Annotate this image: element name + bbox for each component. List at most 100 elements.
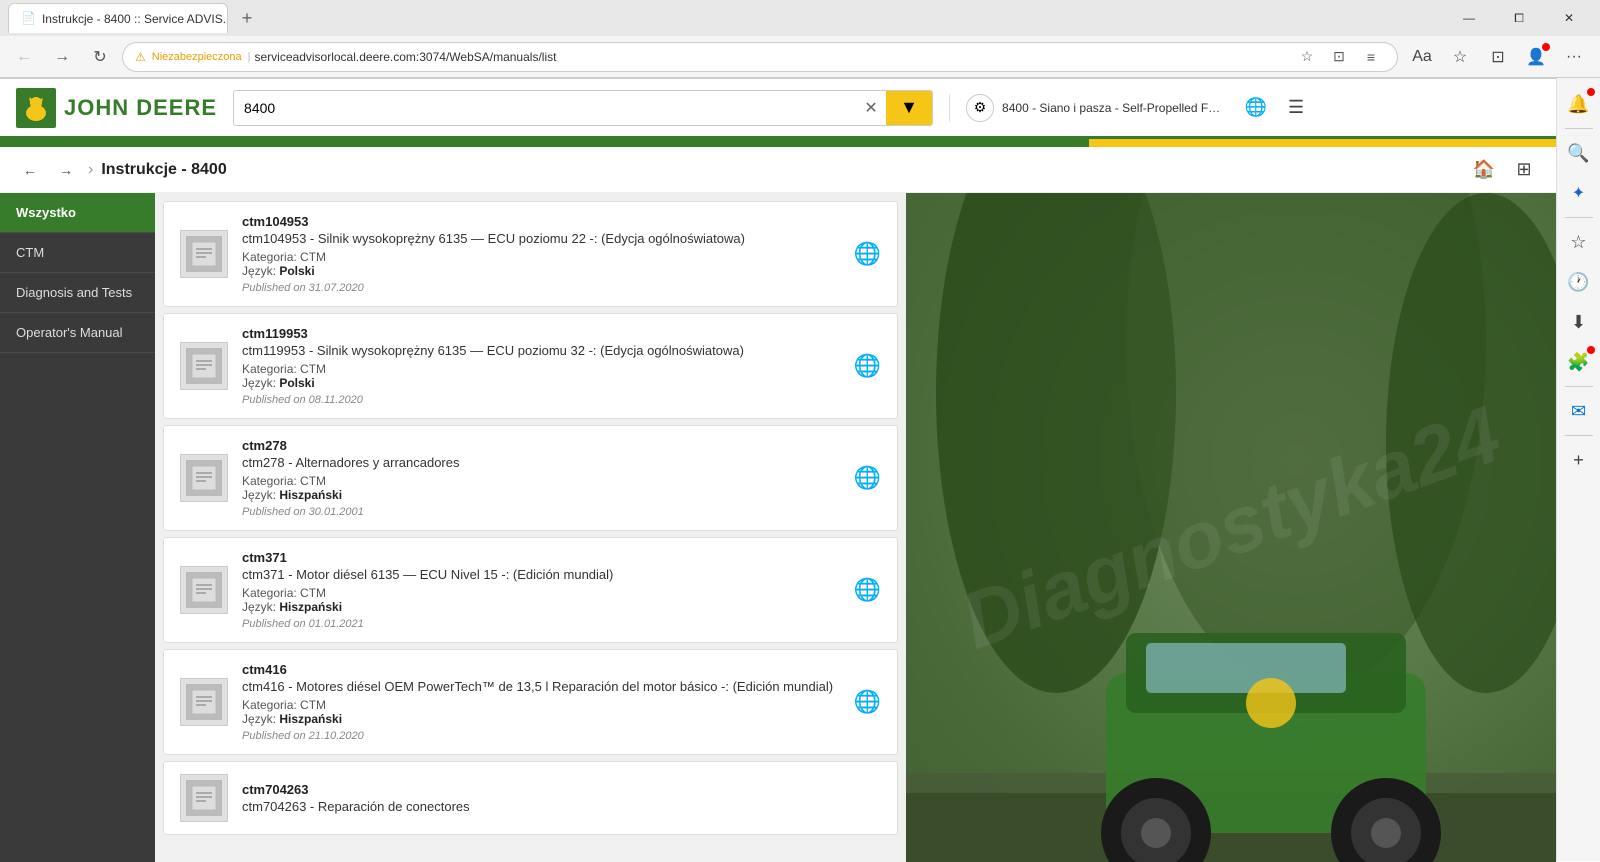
search-dropdown-button[interactable]: ▼ <box>886 90 932 126</box>
manual-lang-2: Język: Polski <box>242 376 840 390</box>
thumb-inner-1 <box>186 236 222 272</box>
thumb-inner-6 <box>186 780 222 816</box>
collections-btn[interactable]: ⊡ <box>1480 39 1516 75</box>
new-tab-button[interactable]: + <box>232 3 262 33</box>
manual-card-ctm278[interactable]: ctm278 ctm278 - Alternadores y arrancado… <box>163 425 898 531</box>
thumb-inner-5 <box>186 684 222 720</box>
menu-icon[interactable]: ☰ <box>1278 90 1314 126</box>
brand-name: JOHN DEERE <box>64 95 217 121</box>
panel-divider-4 <box>1565 435 1593 436</box>
manual-card-ctm104953[interactable]: ctm104953 ctm104953 - Silnik wysokoprężn… <box>163 201 898 307</box>
machine-selector[interactable]: ⚙ 8400 - Siano i pasza - Self-Propelled … <box>949 94 1222 122</box>
manual-info-1: ctm104953 ctm104953 - Silnik wysokoprężn… <box>242 214 840 294</box>
manual-date-5: Published on 21.10.2020 <box>242 730 840 742</box>
browser-chrome: 📄 Instrukcje - 8400 :: Service ADVIS... … <box>0 0 1600 79</box>
manual-card-ctm704263[interactable]: ctm704263 ctm704263 - Reparación de cone… <box>163 761 898 835</box>
manual-date-1: Published on 31.07.2020 <box>242 282 840 294</box>
grid-view-icon[interactable]: ⊞ <box>1508 154 1540 186</box>
main-content: Wszystko CTM Diagnosis and Tests Operato… <box>0 193 1556 862</box>
manual-id-3: ctm278 <box>242 438 840 453</box>
manual-category-2: Kategoria: CTM <box>242 362 840 376</box>
security-warning-icon: ⚠ <box>135 50 146 64</box>
history-icon[interactable]: 🕐 <box>1561 264 1597 300</box>
globe-icon-3[interactable]: 🌐 <box>854 465 881 491</box>
bg-vehicle-svg <box>906 193 1556 862</box>
security-warning-text: Niezabezpieczona <box>152 51 242 63</box>
favorites-sidebar-icon[interactable]: ☆ <box>1561 224 1597 260</box>
manual-thumbnail-3 <box>180 454 228 502</box>
reader-icon[interactable]: ≡ <box>1357 43 1385 71</box>
favorites-icon[interactable]: ☆ <box>1442 39 1478 75</box>
manual-thumbnail-6 <box>180 774 228 822</box>
thumb-inner-2 <box>186 348 222 384</box>
sidebar-item-operators-manual[interactable]: Operator's Manual <box>0 313 155 353</box>
profiles-icon[interactable]: 👤 <box>1518 39 1554 75</box>
panel-divider-2 <box>1565 217 1593 218</box>
search-input[interactable] <box>234 91 856 125</box>
manual-title-5: ctm416 - Motores diésel OEM PowerTech™ d… <box>242 679 840 694</box>
panel-divider-1 <box>1565 128 1593 129</box>
sidebar: Wszystko CTM Diagnosis and Tests Operato… <box>0 193 155 862</box>
manual-category-3: Kategoria: CTM <box>242 474 840 488</box>
address-bar: ← → ↻ ⚠ Niezabezpieczona | serviceadviso… <box>0 36 1600 78</box>
thumb-inner-4 <box>186 572 222 608</box>
manual-id-4: ctm371 <box>242 550 840 565</box>
globe-icon-5[interactable]: 🌐 <box>854 689 881 715</box>
browser-right-panel: 🔔 🔍 ✦ ☆ 🕐 ⬇ 🧩 ✉ + <box>1556 78 1600 861</box>
manual-lang-4: Język: Hiszpański <box>242 600 840 614</box>
sidebar-item-operators-manual-label: Operator's Manual <box>16 325 123 340</box>
manual-lang-3: Język: Hiszpański <box>242 488 840 502</box>
manual-category-5: Kategoria: CTM <box>242 698 840 712</box>
machine-icon: ⚙ <box>966 94 994 122</box>
maximize-button[interactable]: ⧠ <box>1496 0 1542 36</box>
network-icon[interactable]: 🌐 <box>1238 90 1274 126</box>
refresh-button[interactable]: ↻ <box>84 41 116 73</box>
collections-icon[interactable]: ⊡ <box>1325 43 1353 71</box>
url-text: serviceadvisorlocal.deere.com:3074/WebSA… <box>255 50 1293 64</box>
url-bar[interactable]: ⚠ Niezabezpieczona | serviceadvisorlocal… <box>122 42 1398 72</box>
manual-lang-5: Język: Hiszpański <box>242 712 840 726</box>
globe-icon-2[interactable]: 🌐 <box>854 353 881 379</box>
sidebar-item-wszystko[interactable]: Wszystko <box>0 193 155 233</box>
sidebar-item-diagnosis[interactable]: Diagnosis and Tests <box>0 273 155 313</box>
breadcrumb-forward-button[interactable]: → <box>52 156 80 184</box>
star-icon[interactable]: ☆ <box>1293 43 1321 71</box>
copilot-icon[interactable]: ✦ <box>1561 175 1597 211</box>
minimize-button[interactable]: — <box>1446 0 1492 36</box>
manuals-list: ctm104953 ctm104953 - Silnik wysokoprężn… <box>155 193 906 862</box>
plus-icon[interactable]: + <box>1561 442 1597 478</box>
manual-info-3: ctm278 ctm278 - Alternadores y arrancado… <box>242 438 840 518</box>
manual-card-ctm119953[interactable]: ctm119953 ctm119953 - Silnik wysokoprężn… <box>163 313 898 419</box>
dropdown-arrow: ▼ <box>900 97 918 118</box>
page-title: Instrukcje - 8400 <box>101 161 226 179</box>
back-arrow-icon: ← <box>23 162 37 178</box>
window-controls: — ⧠ ✕ <box>1446 0 1592 36</box>
globe-icon-4[interactable]: 🌐 <box>854 577 881 603</box>
forward-button[interactable]: → <box>46 41 78 73</box>
breadcrumb-back-button[interactable]: ← <box>16 156 44 184</box>
manual-card-ctm416[interactable]: ctm416 ctm416 - Motores diésel OEM Power… <box>163 649 898 755</box>
notifications-icon[interactable]: 🔔 <box>1561 86 1597 122</box>
downloads-icon[interactable]: ⬇ <box>1561 304 1597 340</box>
settings-menu[interactable]: ··· <box>1556 39 1592 75</box>
extension-icon[interactable]: Aa <box>1404 39 1440 75</box>
close-button[interactable]: ✕ <box>1546 0 1592 36</box>
copilot-search-icon[interactable]: 🔍 <box>1561 135 1597 171</box>
browser-toolbar-icons: Aa ☆ ⊡ 👤 ··· <box>1404 39 1592 75</box>
manual-date-2: Published on 08.11.2020 <box>242 394 840 406</box>
outlook-icon[interactable]: ✉ <box>1561 393 1597 429</box>
globe-icon-1[interactable]: 🌐 <box>854 241 881 267</box>
sidebar-item-ctm[interactable]: CTM <box>0 233 155 273</box>
browser-tab[interactable]: 📄 Instrukcje - 8400 :: Service ADVIS... … <box>8 3 228 33</box>
manual-info-4: ctm371 ctm371 - Motor diésel 6135 — ECU … <box>242 550 840 630</box>
manual-card-ctm371[interactable]: ctm371 ctm371 - Motor diésel 6135 — ECU … <box>163 537 898 643</box>
breadcrumb-right-icons: 🏠 ⊞ <box>1468 154 1540 186</box>
search-clear-button[interactable]: ✕ <box>856 90 886 126</box>
address-bar-icons: ☆ ⊡ ≡ <box>1293 43 1385 71</box>
extensions-icon[interactable]: 🧩 <box>1561 344 1597 380</box>
back-button[interactable]: ← <box>8 41 40 73</box>
breadcrumb-bar: ← → › Instrukcje - 8400 🏠 ⊞ <box>0 147 1556 193</box>
home-icon[interactable]: 🏠 <box>1468 154 1500 186</box>
forward-arrow-icon: → <box>59 162 73 178</box>
panel-divider-3 <box>1565 386 1593 387</box>
